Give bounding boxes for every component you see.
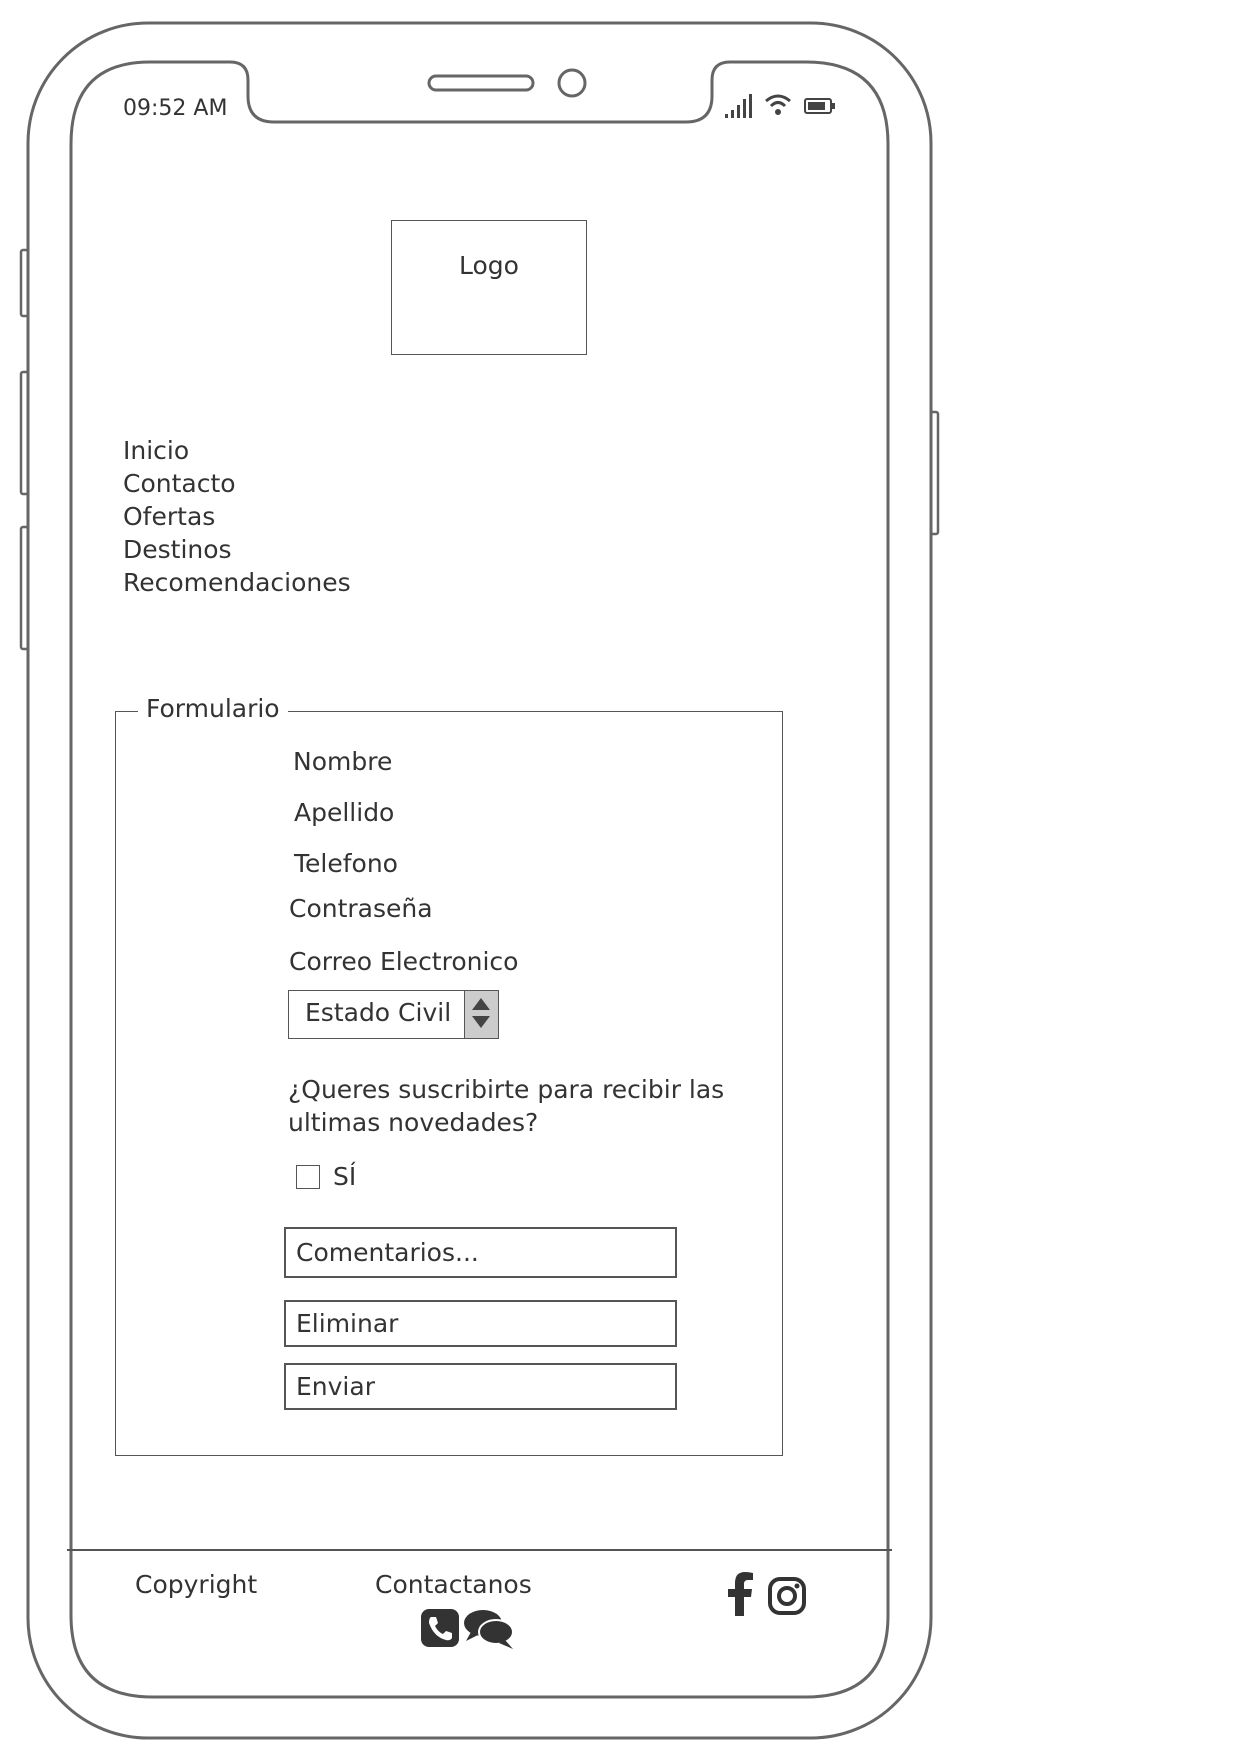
signal-icon: [725, 94, 752, 118]
select-arrows[interactable]: [464, 991, 498, 1038]
phone-icon[interactable]: [420, 1608, 460, 1648]
battery-icon: [804, 98, 835, 114]
submit-label: Enviar: [296, 1372, 375, 1401]
comments-placeholder: Comentarios...: [296, 1238, 479, 1267]
subscribe-question-line1: ¿Queres suscribirte para recibir las: [288, 1075, 725, 1104]
status-time: 09:52 AM: [123, 96, 228, 121]
estado-civil-select[interactable]: Estado Civil: [288, 990, 499, 1039]
nav-item-destinos[interactable]: Destinos: [123, 535, 232, 564]
footer-contact[interactable]: Contactanos: [375, 1570, 532, 1599]
facebook-icon[interactable]: [726, 1572, 754, 1616]
field-telefono[interactable]: Telefono: [294, 849, 398, 878]
nav-item-contacto[interactable]: Contacto: [123, 469, 236, 498]
footer-copyright: Copyright: [135, 1570, 258, 1599]
logo-placeholder: Logo: [391, 220, 587, 355]
checkbox-label: SÍ: [333, 1162, 357, 1191]
submit-button[interactable]: Enviar: [284, 1363, 677, 1410]
estado-civil-value: Estado Civil: [305, 998, 452, 1027]
wifi-icon: [765, 94, 791, 115]
field-password[interactable]: Contraseña: [289, 894, 433, 923]
form-legend: Formulario: [138, 694, 288, 723]
delete-button[interactable]: Eliminar: [284, 1300, 677, 1347]
nav-item-inicio[interactable]: Inicio: [123, 436, 189, 465]
chat-icon[interactable]: [463, 1608, 515, 1650]
comments-textarea[interactable]: Comentarios...: [284, 1227, 677, 1278]
delete-label: Eliminar: [296, 1309, 399, 1338]
updown-arrow-icon: [472, 998, 490, 1028]
field-apellido[interactable]: Apellido: [294, 798, 394, 827]
instagram-icon[interactable]: [767, 1576, 807, 1616]
subscribe-checkbox[interactable]: [296, 1165, 320, 1189]
field-nombre[interactable]: Nombre: [293, 747, 392, 776]
nav-item-recomendaciones[interactable]: Recomendaciones: [123, 568, 351, 597]
subscribe-question-line2: ultimas novedades?: [288, 1108, 539, 1137]
nav-item-ofertas[interactable]: Ofertas: [123, 502, 215, 531]
field-email[interactable]: Correo Electronico: [289, 947, 518, 976]
logo-label: Logo: [459, 251, 519, 280]
